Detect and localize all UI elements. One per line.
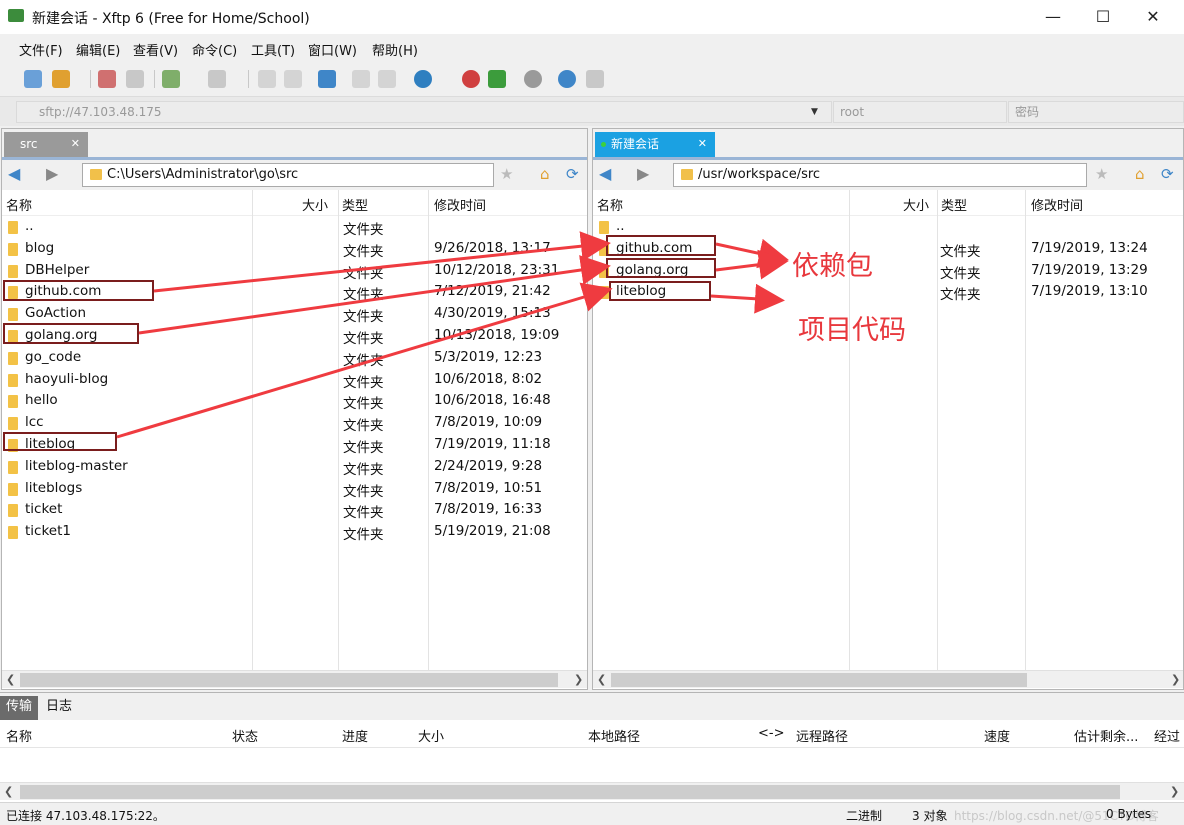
annotation-deps: 依赖包 <box>792 251 873 282</box>
arrow-deps-2 <box>715 249 789 280</box>
tcol-elapsed[interactable]: 经过 <box>1154 726 1180 745</box>
tab-transfer[interactable]: 传输 <box>0 696 39 720</box>
tcol-eta[interactable]: 估计剩余... <box>1074 726 1138 745</box>
tab-log[interactable]: 日志 <box>40 696 78 720</box>
status-size: 0 Bytes <box>1106 807 1152 821</box>
tcol-remote-path[interactable]: 远程路径 <box>796 726 848 745</box>
status-mode: 二进制 <box>846 809 883 823</box>
tcol-speed[interactable]: 速度 <box>984 726 1010 745</box>
transfer-header: 名称 状态 进度 大小 本地路径 <-> 远程路径 速度 估计剩余... 经过 <box>0 720 1184 748</box>
tcol-name[interactable]: 名称 <box>6 726 32 745</box>
tcol-size[interactable]: 大小 <box>418 726 444 745</box>
arrow-github <box>153 231 611 293</box>
arrow-golang <box>138 255 611 335</box>
arrow-project <box>710 283 785 314</box>
tcol-local-path[interactable]: 本地路径 <box>588 726 640 745</box>
status-bar: 已连接 47.103.48.175:22。 二进制 3 对象 https://b… <box>0 802 1184 825</box>
status-objects: 3 对象 <box>912 809 948 823</box>
tcol-direction[interactable]: <-> <box>758 726 784 741</box>
transfer-hscroll[interactable]: ❮ ❯ <box>0 782 1184 800</box>
arrow-liteblog <box>116 282 613 439</box>
tcol-progress[interactable]: 进度 <box>342 726 368 745</box>
arrow-deps-1 <box>715 238 789 269</box>
tcol-status[interactable]: 状态 <box>232 726 258 745</box>
transfer-panel: 传输 日志 名称 状态 进度 大小 本地路径 <-> 远程路径 速度 估计剩余.… <box>0 692 1184 802</box>
status-connection: 已连接 47.103.48.175:22。 <box>6 809 165 823</box>
annotation-project: 项目代码 <box>798 315 906 346</box>
